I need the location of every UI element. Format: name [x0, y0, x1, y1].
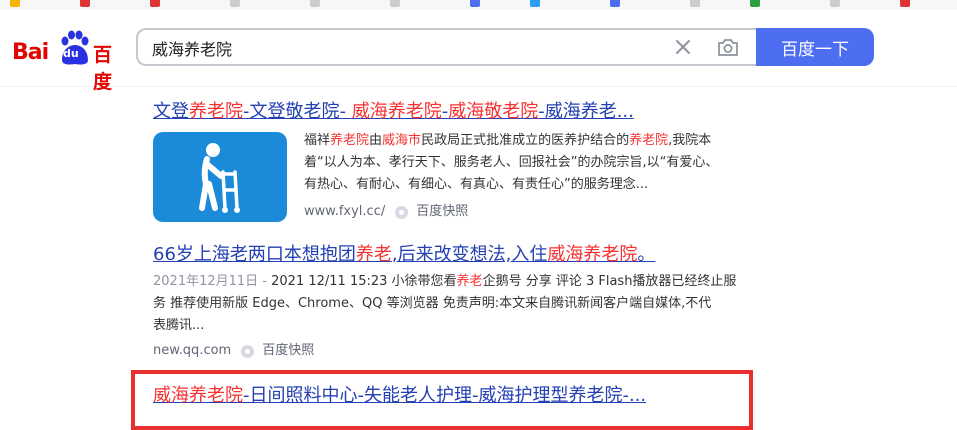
result-date: 2021年12月11日 - [153, 274, 272, 289]
result-source: new.qq.com 百度快照 [153, 341, 753, 361]
snapshot-link[interactable]: 百度快照 [416, 202, 468, 222]
bookmarks-bar [0, 0, 957, 10]
search-input[interactable] [152, 37, 632, 59]
bookmark-favicon[interactable] [390, 0, 400, 7]
logo-text-bai: Bai [12, 40, 49, 65]
result-abstract: 福祥养老院由威海市民政局正式批准成立的医养护结合的养老院,我院本 着“以人为本、… [304, 133, 719, 192]
bookmark-favicon[interactable] [900, 0, 910, 7]
result-title-link[interactable]: 文登养老院-文登敬老院- 威海养老院-威海敬老院-威海养老... [153, 100, 753, 124]
shield-icon [241, 344, 255, 358]
result-url[interactable]: new.qq.com [153, 341, 231, 361]
bookmark-favicon[interactable] [750, 0, 760, 7]
annotation-highlight-box [131, 370, 753, 430]
elderly-walker-icon [199, 143, 240, 213]
bookmark-favicon[interactable] [470, 0, 480, 7]
bookmark-favicon[interactable] [690, 0, 700, 7]
result-url[interactable]: www.fxyl.cc/ [304, 202, 385, 222]
clear-icon[interactable] [672, 36, 694, 58]
search-header: Bai du 百度 百度一下 [0, 10, 957, 93]
bookmark-star-icon[interactable] [10, 0, 20, 7]
result-source: www.fxyl.cc/ 百度快照 [304, 202, 468, 222]
bookmark-favicon[interactable] [310, 0, 320, 7]
result-thumbnail[interactable] [153, 132, 287, 222]
shield-icon [395, 205, 409, 219]
bookmark-favicon[interactable] [610, 0, 620, 7]
bookmark-favicon[interactable] [80, 0, 90, 7]
bookmark-favicon[interactable] [830, 0, 840, 7]
search-result: 66岁上海老两口本想抱团养老,后来改变想法,入住威海养老院。 2021年12月1… [153, 243, 753, 363]
bookmark-favicon[interactable] [230, 0, 240, 7]
bookmark-favicon[interactable] [150, 0, 160, 7]
result-title-link[interactable]: 66岁上海老两口本想抱团养老,后来改变想法,入住威海养老院。 [153, 243, 753, 267]
logo-text-du: du [63, 47, 79, 60]
search-result: 文登养老院-文登敬老院- 威海养老院-威海敬老院-威海养老... 福祥养老院由威… [153, 100, 753, 230]
search-button[interactable]: 百度一下 [756, 28, 874, 66]
bookmark-favicon[interactable] [530, 0, 540, 7]
logo-text-cn: 百度 [93, 44, 113, 93]
camera-icon[interactable] [716, 36, 740, 58]
snapshot-link[interactable]: 百度快照 [262, 341, 314, 361]
result-abstract: 2021年12月11日 - 2021 12/11 15:23 小徐带您看养老企鹅… [153, 274, 737, 333]
search-box[interactable] [136, 28, 756, 66]
